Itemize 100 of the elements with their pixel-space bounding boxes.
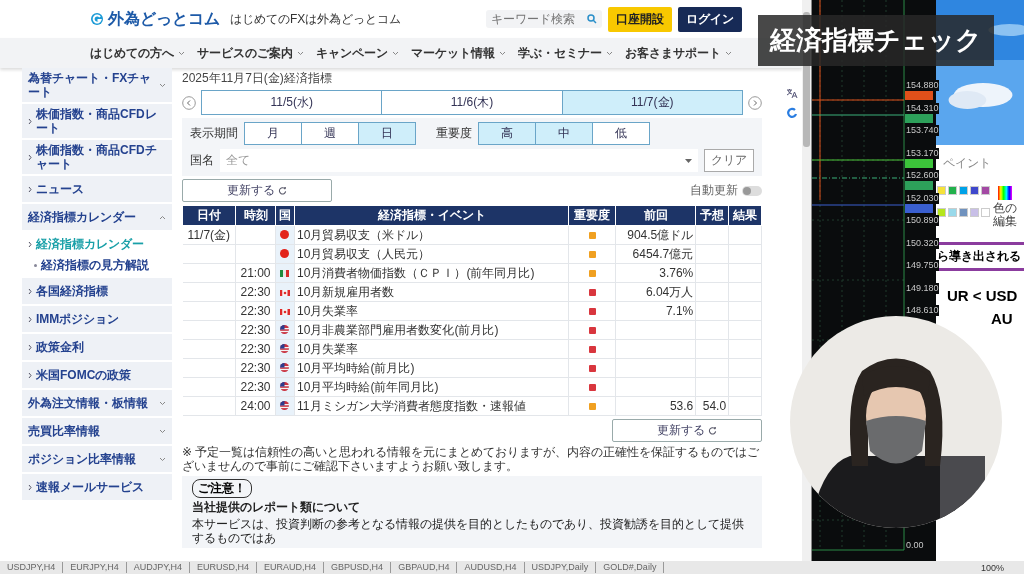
translate-icon[interactable] [786,88,798,99]
nav-item[interactable]: サービスのご案内 [197,44,293,62]
chevron-down-icon [297,50,304,56]
column-header: 前回 [615,205,696,226]
chevron-down-icon [392,50,399,56]
previous-icon[interactable] [182,95,196,110]
nav-item[interactable]: マーケット情報 [411,44,495,62]
overlay-title: 経済指標チェック [758,15,994,66]
nav-item[interactable]: キャンペーン [316,44,388,62]
chart-tab[interactable]: AUDJPY,H4 [126,562,191,573]
auto-update-label: 自動更新 [690,182,738,199]
chart-tab[interactable]: USDJPY,Daily [524,562,597,573]
color-swatch[interactable] [948,186,957,195]
table-cell: 21:00 [240,266,271,280]
edit-colors-label[interactable]: 色の編集 [993,202,1017,229]
filter-option[interactable]: 中 [536,123,593,144]
column-header: 経済指標・イベント [294,205,569,226]
table-cell: 10月非農業部門雇用者数変化(前月比) [297,322,499,337]
nav-item[interactable]: 学ぶ・セミナー [518,44,602,62]
chart-tab[interactable]: AUDUSD,H4 [457,562,525,573]
chevron-right-icon [28,315,32,323]
nav-item[interactable]: お客さまサポート [625,44,721,62]
notice-title: 当社提供のレポート類について [192,499,360,516]
price-label: 154.310 [906,102,939,114]
chart-tab[interactable]: GBPAUD,H4 [391,562,458,573]
color-swatch[interactable] [937,208,946,218]
chevron-right-icon [28,241,32,248]
color-swatch[interactable] [970,186,979,195]
chevron-right-icon [28,287,32,295]
price-label: 154.880 [906,80,939,91]
color-swatch[interactable] [959,208,968,218]
login-button[interactable]: ログイン [678,6,742,32]
color-swatch[interactable] [937,186,946,195]
nav-item[interactable]: はじめての方へ [90,44,174,62]
chart-tab[interactable]: EURAUD,H4 [257,562,325,573]
table-cell: 10月平均時給(前月比) [297,360,415,375]
color-swatch[interactable] [970,208,979,218]
price-label: 152.030 [906,192,939,204]
slide-text: AU [991,310,1014,328]
sidebar-item[interactable]: 売買比率情報 [22,418,172,446]
auto-update-toggle[interactable] [742,185,762,196]
column-header: 時刻 [235,205,276,226]
chart-tab[interactable]: USDJPY,H4 [0,562,64,573]
search-icon[interactable] [587,14,597,24]
refresh-button[interactable]: 更新する [612,419,762,442]
table-cell: 6454.7億元 [632,246,694,261]
chart-tab[interactable]: GBPUSD,H4 [324,562,392,573]
color-swatch[interactable] [948,208,957,218]
chart-tab[interactable]: EURJPY,H4 [63,562,127,573]
table-cell: 24:00 [240,399,271,413]
table-cell: 53.6 [669,399,694,413]
table-cell: 10月貿易収支（人民元） [297,246,431,261]
chevron-right-icon [28,153,32,161]
table-cell: 22:30 [240,323,271,337]
table-cell: 10月消費者物価指数（ＣＰＩ）(前年同月比) [297,265,535,280]
sidebar-item[interactable]: 外為注文情報・板情報 [22,390,172,418]
slide-banner: ら導き出される [937,242,1024,272]
table-cell: 10月失業率 [297,341,359,356]
table-cell: 7.1% [665,304,694,318]
column-header: 日付 [182,205,236,226]
tagline: はじめてのFXは外為どっとコム [230,10,402,28]
sidebar-item[interactable]: ニュース [36,182,84,196]
filter-option[interactable]: 日 [359,123,415,144]
open-account-button[interactable]: 口座開設 [608,6,672,32]
table-cell: 10月失業率 [297,303,359,318]
table-cell: 11月ミシガン大学消費者態度指数・速報値 [297,398,526,413]
logo-icon [90,12,104,26]
sidebar-item[interactable]: ポジション比率情報 [22,446,172,474]
sidebar-item[interactable]: 政策金利 [36,340,84,354]
site-logo[interactable]: 外為どっとコム [108,8,220,30]
sidebar-item[interactable]: 為替チャート・FXチャート [22,68,172,104]
sidebar-item[interactable]: 経済指標カレンダー [22,204,172,232]
color-swatch[interactable] [959,186,968,195]
table-cell: 54.0 [702,399,727,413]
column-header: 結果 [728,205,762,226]
search-field[interactable]: キーワード検索 [486,10,602,28]
submenu-item[interactable]: 経済指標の見方解説 [41,257,149,274]
zoom-level: 100% [980,562,1005,573]
chart-tab[interactable]: EURUSD,H4 [190,562,258,573]
color-spectrum-icon[interactable] [998,186,1012,200]
notice-text: 本サービスは、投資判断の参考となる情報の提供を目的としたものであり、投資勧誘を目的として提供するものではあ [192,517,745,545]
table-cell: 22:30 [240,342,271,356]
swirl-icon[interactable] [786,107,798,119]
date-tab[interactable]: 11/7(金) [562,91,742,114]
disclaimer-text: ※ 予定一覧は信頼性の高いと思われる情報を元にまとめておりますが、内容の正確性を保証するものではございませんので事前にご確認下さいますようお願い致します。 [182,445,761,473]
bullet-icon [34,264,37,267]
chevron-down-icon [606,50,613,56]
filter-option[interactable]: 高 [479,123,536,144]
refresh-button[interactable]: 更新する [182,179,332,202]
color-swatch[interactable] [981,186,990,195]
filter-option[interactable]: 月 [245,123,302,144]
clear-button[interactable]: クリア [704,149,754,172]
caret-icon [685,158,692,163]
table-cell: 3.76% [659,266,694,280]
chart-tab[interactable]: GOLD#,Daily [596,562,665,573]
filter-option[interactable]: 低 [593,123,649,144]
filter-option[interactable]: 週 [302,123,359,144]
next-icon[interactable] [748,95,762,110]
color-swatch[interactable] [981,208,990,218]
chevron-up-icon [159,214,166,220]
